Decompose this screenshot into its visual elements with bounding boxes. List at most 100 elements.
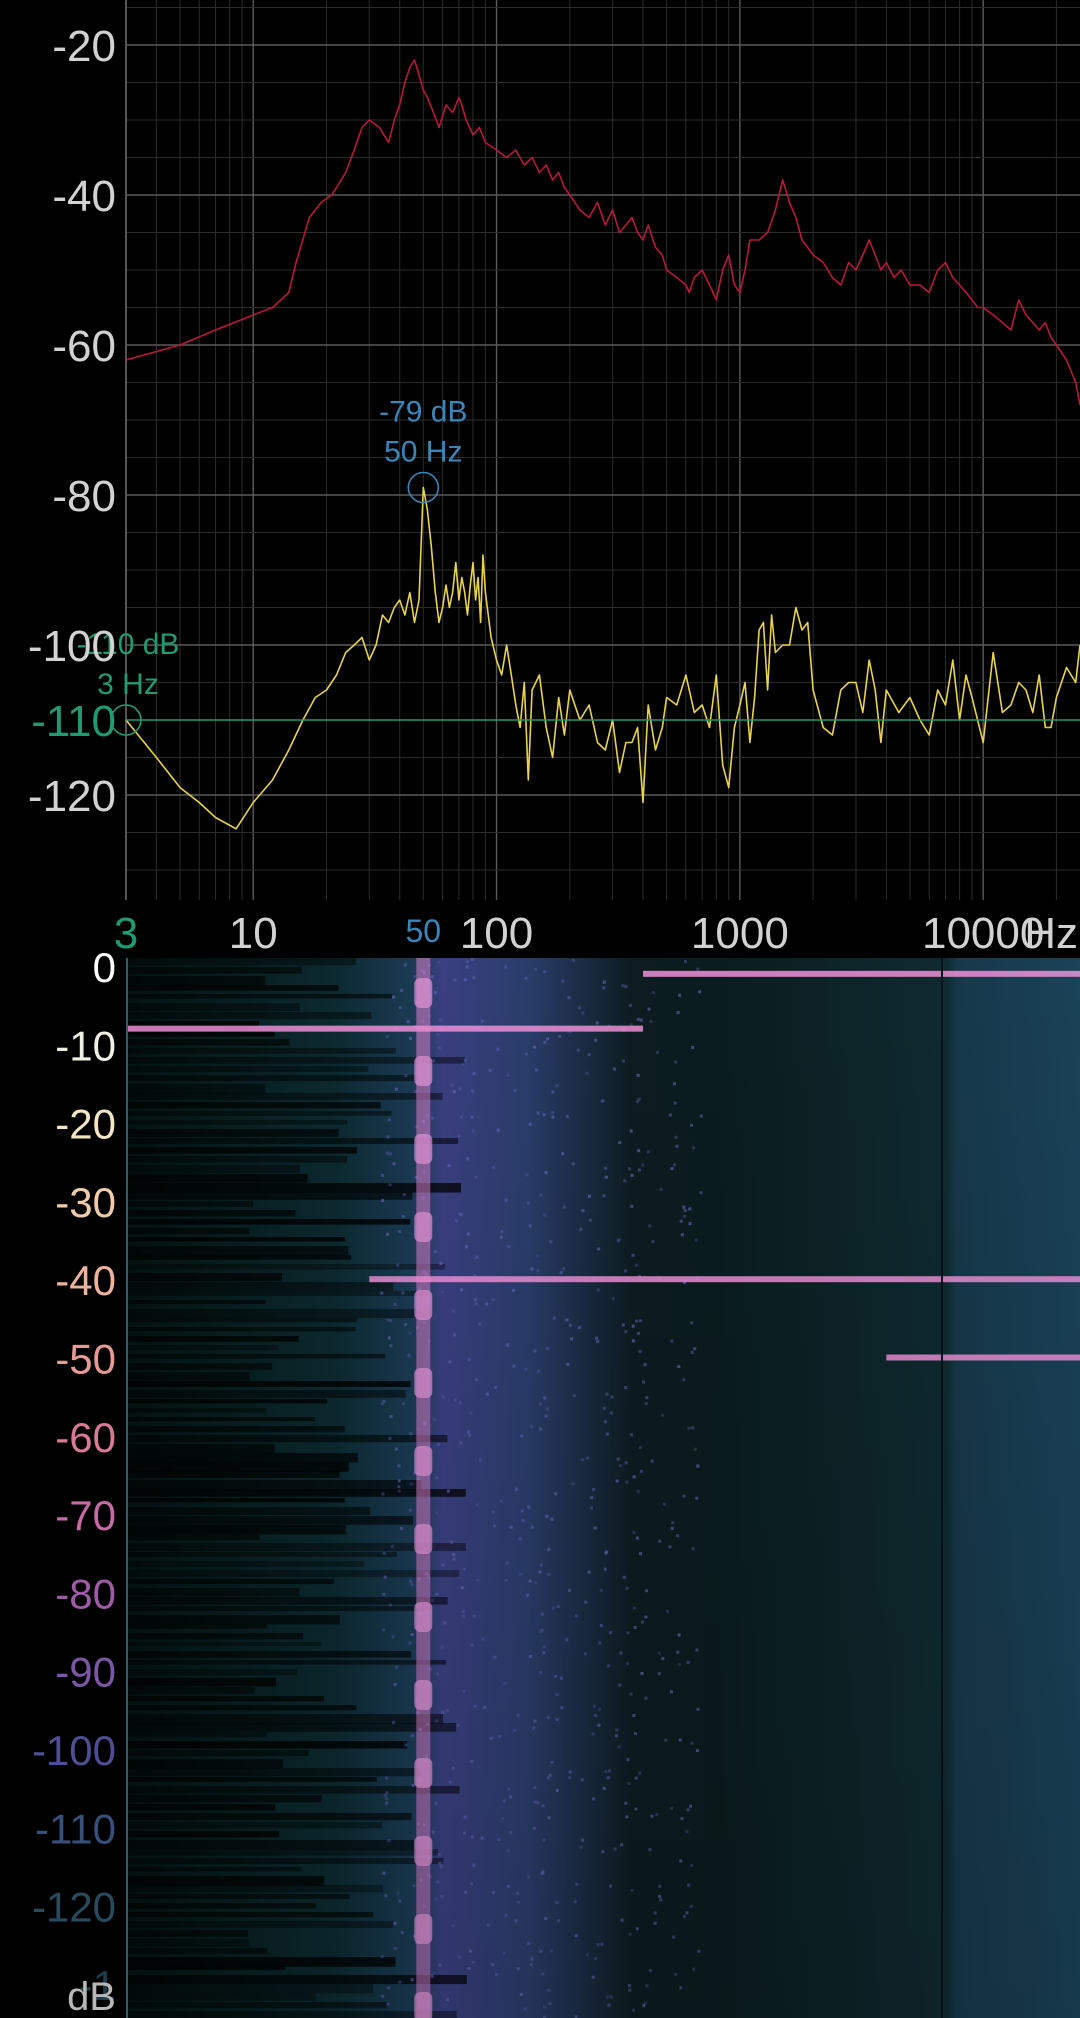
spectrogram-speckle [671, 1521, 675, 1525]
spectrogram-speckle [500, 1229, 504, 1233]
spectrogram-speckle [696, 1707, 700, 1711]
spectrogram-speckle [465, 965, 469, 969]
spectrogram-speckle [436, 1672, 440, 1676]
spectrogram-speckle [627, 1781, 631, 1785]
spectrogram-streak [128, 1318, 357, 1323]
spectrogram-speckle [388, 1436, 392, 1440]
spectrogram-speckle [398, 1899, 402, 1903]
spectrogram-speckle [382, 1551, 386, 1555]
spectrogram-speckle [548, 2002, 552, 2006]
spectrogram-speckle [381, 1995, 385, 1999]
spectrogram-speckle [414, 1175, 418, 1179]
spectrogram-speckle [530, 1525, 534, 1529]
y-tick-label: -120 [28, 772, 116, 821]
spectrogram-speckle [537, 1369, 541, 1373]
spectrogram-speckle [526, 1201, 530, 1205]
spectrogram-streak [128, 1831, 280, 1838]
spectrogram-speckle [691, 1045, 695, 1049]
spectrogram-streak [128, 1264, 446, 1270]
spectrogram-speckle [620, 1843, 624, 1847]
spectrogram-speckle [676, 1011, 680, 1015]
spectrogram-streak [128, 1921, 394, 1928]
spectrogram-speckle [503, 1681, 507, 1685]
spectrogram-streak [128, 1174, 308, 1183]
spectrogram-area[interactable] [126, 958, 1080, 2018]
spectrogram-speckle [568, 1030, 572, 1034]
spectrogram-speckle [673, 1163, 677, 1167]
spectrogram-speckle [462, 1614, 466, 1618]
spectrogram-speckle [474, 1175, 478, 1179]
spectrogram-speckle [384, 1894, 388, 1898]
spectrogram-speckle [533, 1785, 537, 1789]
spectrogram-streak [128, 1120, 348, 1125]
spectrogram-speckle [539, 1193, 543, 1197]
spectrogram-speckle [547, 1547, 551, 1551]
spectrogram-50hz-blob [414, 1914, 433, 1944]
spectrogram-speckle [628, 1988, 632, 1992]
spectrogram-speckle [631, 2008, 635, 2012]
spectrogram-speckle [488, 1069, 492, 1073]
colorbar-tick-label: -20 [55, 1101, 116, 1148]
colorbar-tick-label: -40 [55, 1257, 116, 1304]
spectrogram-speckle [387, 1336, 391, 1340]
spectrogram-streak [128, 1651, 412, 1658]
spectrogram-speckle [593, 1704, 597, 1708]
spectrogram-speckle [672, 1935, 676, 1939]
spectrogram-speckle [544, 1917, 548, 1921]
spectrogram-speckle [617, 1238, 621, 1242]
spectrogram-speckle [382, 1628, 386, 1632]
spectrogram-speckle [421, 1196, 425, 1200]
spectrogram-speckle [647, 1007, 651, 1011]
spectrogram-speckle [390, 1545, 394, 1549]
spectrogram-speckle [562, 1267, 566, 1271]
spectrogram-streak [128, 1462, 349, 1472]
spectrogram-speckle [693, 1347, 697, 1351]
spectrogram-speckle [472, 1863, 476, 1867]
spectrogram-speckle [560, 1706, 564, 1710]
spectrogram-streak [128, 1966, 285, 1971]
spectrogram-speckle [388, 1152, 392, 1156]
spectrogram-speckle [502, 1799, 506, 1803]
spectrogram-speckle [401, 1402, 405, 1406]
spectrogram-speckle [397, 1489, 401, 1493]
spectrogram-speckle [601, 1099, 605, 1103]
spectrogram-speckle [421, 1120, 425, 1124]
spectrogram-speckle [453, 1277, 457, 1281]
spectrogram-speckle [577, 1006, 581, 1010]
colorbar-tick-label: -1 [79, 1962, 116, 2009]
spectrogram-speckle [411, 1733, 415, 1737]
x-tick-label: 1000 [691, 909, 789, 958]
spectrogram-speckle [638, 1771, 642, 1775]
spectrogram-speckle [381, 1492, 385, 1496]
spectrogram-speckle [565, 1115, 569, 1119]
spectrogram-speckle [576, 1048, 580, 1052]
spectrogram-speckle [430, 1974, 434, 1978]
spectrogram-speckle [397, 1479, 401, 1483]
spectrogram-speckle [668, 1545, 672, 1549]
spectrogram-speckle [590, 1496, 594, 1500]
spectrogram-speckle [693, 1447, 697, 1451]
spectrogram-speckle [418, 1778, 422, 1782]
spectrogram-speckle [502, 1951, 506, 1955]
spectrogram-speckle [589, 1506, 593, 1510]
spectrogram-speckle [658, 1651, 662, 1655]
spectrogram-speckle [551, 1115, 555, 1119]
spectrogram-speckle [587, 1194, 591, 1198]
spectrogram-streak [128, 1678, 276, 1687]
spectrogram-speckle [418, 1287, 422, 1291]
spectrogram-speckle [674, 1973, 678, 1977]
spectrogram-speckle [682, 1378, 686, 1382]
spectrogram-speckle [505, 1561, 509, 1565]
spectrogram-speckle [509, 1525, 513, 1529]
spectrogram-speckle [617, 1745, 621, 1749]
spectrogram-speckle [480, 1836, 484, 1840]
spectrogram-speckle [680, 1233, 684, 1237]
colorbar-tick-label: -80 [55, 1570, 116, 1617]
spectrogram-streak [128, 1327, 356, 1332]
spectrogram-speckle [439, 1865, 443, 1869]
spectrogram-speckle [410, 1978, 414, 1982]
spectrogram-speckle [609, 1411, 613, 1415]
spectrogram-speckle [430, 1598, 434, 1602]
spectrogram-speckle [459, 1212, 463, 1216]
spectrogram-streak [128, 1768, 422, 1777]
